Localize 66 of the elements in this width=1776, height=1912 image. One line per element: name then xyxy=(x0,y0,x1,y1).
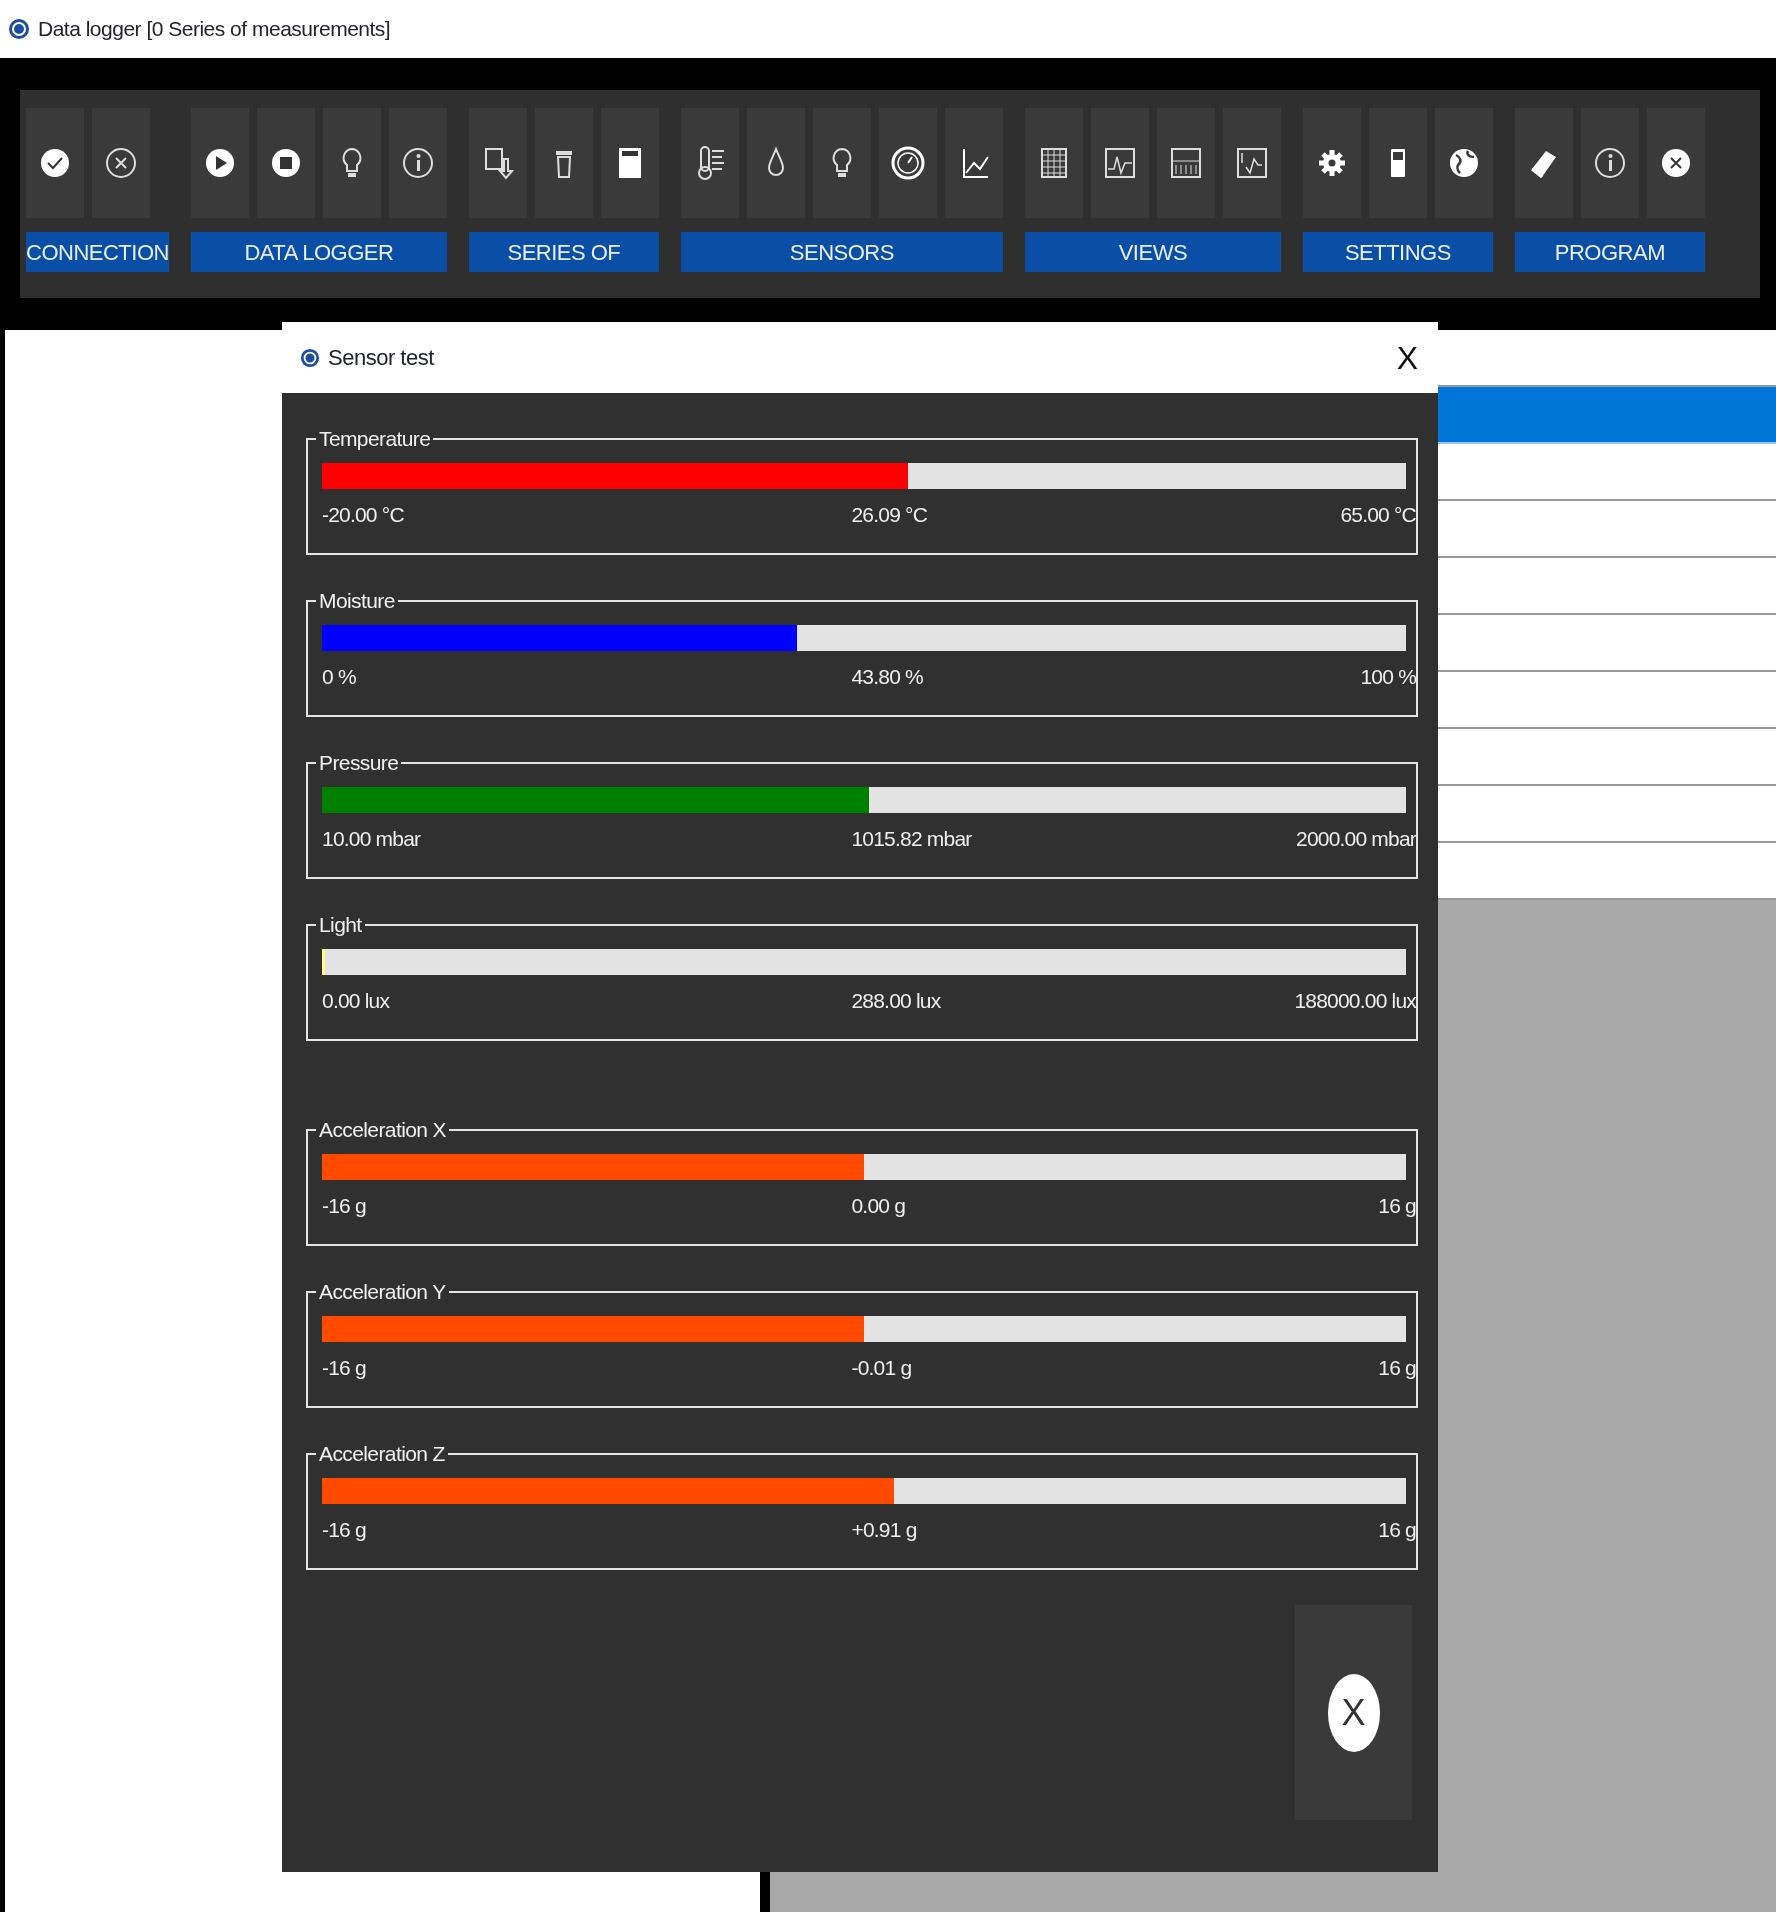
group-title: Pressure xyxy=(318,752,400,773)
toolbar-button[interactable] xyxy=(1434,108,1493,218)
maximum-value: 100 % xyxy=(1360,664,1416,690)
toolbar-button[interactable] xyxy=(878,108,937,218)
toolbar-button[interactable] xyxy=(1646,108,1705,218)
minimum-value: -16 g xyxy=(322,1193,367,1219)
toolbar-button[interactable] xyxy=(1090,108,1149,218)
current-value: 0.00 g xyxy=(851,1193,907,1219)
group-label: SERIES OF xyxy=(468,232,659,272)
toolbar-button[interactable] xyxy=(190,108,249,218)
window-title: Data logger [0 Series of measurements] xyxy=(38,16,391,43)
toolbar-button[interactable] xyxy=(812,108,871,218)
cancel-icon xyxy=(103,145,139,181)
maximum-value: 16 g xyxy=(1378,1517,1416,1543)
maximum-value: 65.00 °C xyxy=(1340,502,1416,528)
maximum-value: 2000.00 mbar xyxy=(1296,826,1416,852)
group-label: PROGRAM xyxy=(1514,232,1705,272)
close-button[interactable]: X xyxy=(1390,333,1424,382)
toolbar-button[interactable] xyxy=(388,108,447,218)
minimum-value: 0 % xyxy=(322,664,357,690)
current-value: 26.09 °C xyxy=(851,502,929,528)
toolbar-button[interactable] xyxy=(944,108,1003,218)
maximum-value: 16 g xyxy=(1378,1193,1416,1219)
toolbar-button[interactable] xyxy=(92,108,150,218)
group-label: SENSORS xyxy=(680,232,1003,272)
logo-icon xyxy=(8,18,30,40)
minimum-value: 10.00 mbar xyxy=(322,826,422,852)
group-title: Acceleration Y xyxy=(318,1281,447,1302)
toolbar-button[interactable] xyxy=(256,108,315,218)
toolbar-button[interactable] xyxy=(1222,108,1281,218)
toolbar-button[interactable] xyxy=(1514,108,1573,218)
group-label: DATA LOGGER xyxy=(190,232,447,272)
group-title: Temperature xyxy=(318,428,432,449)
toolbar-button[interactable] xyxy=(680,108,739,218)
toolbar-button[interactable] xyxy=(1302,108,1361,218)
toolbar-button[interactable] xyxy=(534,108,593,218)
current-value: 1015.82 mbar xyxy=(851,826,973,852)
toolbar-button[interactable] xyxy=(1024,108,1083,218)
minimum-value: 0.00 lux xyxy=(322,988,391,1014)
group-label: VIEWS xyxy=(1024,232,1281,272)
group-label: CONNECTION xyxy=(26,232,169,272)
group-label: SETTINGS xyxy=(1302,232,1493,272)
toolbar-button[interactable] xyxy=(322,108,381,218)
toolbar-button[interactable] xyxy=(1368,108,1427,218)
group-title: Moisture xyxy=(318,590,396,611)
close-button[interactable]: X xyxy=(1295,1605,1412,1820)
current-value: -0.01 g xyxy=(851,1355,913,1381)
current-value: +0.91 g xyxy=(851,1517,918,1543)
current-value: 43.80 % xyxy=(851,664,924,690)
toolbar-button[interactable] xyxy=(1156,108,1215,218)
minimum-value: -16 g xyxy=(322,1517,367,1543)
toolbar-button[interactable] xyxy=(468,108,527,218)
current-value: 288.00 lux xyxy=(851,988,942,1014)
toolbar-button[interactable] xyxy=(1580,108,1639,218)
group-title: Light xyxy=(318,914,363,935)
toolbar-button[interactable] xyxy=(600,108,659,218)
maximum-value: 16 g xyxy=(1378,1355,1416,1381)
dialog-title: Sensor test xyxy=(328,344,436,372)
group-title: Acceleration Z xyxy=(318,1443,446,1464)
group-title: Acceleration X xyxy=(318,1119,447,1140)
logo-icon xyxy=(300,347,320,368)
maximum-value: 188000.00 lux xyxy=(1294,988,1416,1014)
minimum-value: -16 g xyxy=(322,1355,367,1381)
gauge-icon xyxy=(889,145,926,181)
minimum-value: -20.00 °C xyxy=(322,502,405,528)
toolbar-button[interactable] xyxy=(26,108,84,218)
